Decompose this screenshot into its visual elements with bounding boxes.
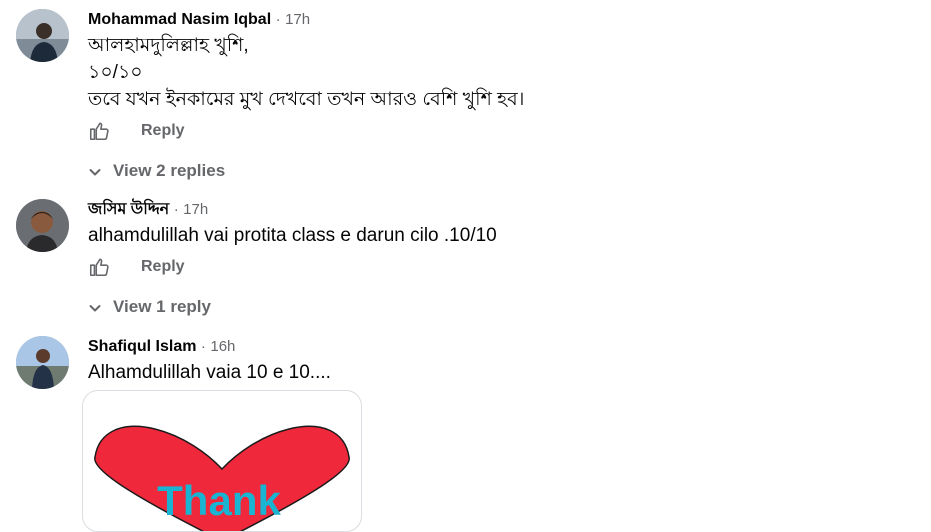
view-replies-label: View 1 reply	[113, 297, 211, 316]
separator-dot: ·	[200, 338, 206, 355]
comment-text: Alhamdulillah vaia 10 e 10....	[88, 362, 331, 383]
comment-text: alhamdulillah vai protita class e darun …	[88, 225, 497, 246]
view-replies-button[interactable]: View 2 replies	[88, 159, 225, 183]
avatar[interactable]	[16, 199, 69, 252]
reply-button[interactable]: Reply	[141, 122, 185, 140]
comment-actions: Reply	[88, 254, 185, 280]
timestamp[interactable]: 17h	[285, 11, 310, 28]
thank-you-heart-image: Thank	[94, 425, 350, 531]
author-name[interactable]: Shafiqul Islam	[88, 338, 196, 355]
thumbs-up-icon[interactable]	[88, 256, 110, 278]
comment-body: Mohammad Nasim Iqbal · 17h আলহামদুলিল্লা…	[88, 10, 524, 113]
author-line: জসিম উদ্দিন · 17h	[88, 200, 497, 220]
author-line: Shafiqul Islam · 16h	[88, 337, 331, 357]
author-line: Mohammad Nasim Iqbal · 17h	[88, 10, 524, 30]
avatar-photo	[16, 336, 69, 389]
separator-dot: ·	[173, 201, 179, 218]
comment-body: Shafiqul Islam · 16h Alhamdulillah vaia …	[88, 337, 331, 386]
view-replies-button[interactable]: View 1 reply	[88, 295, 211, 319]
view-replies-label: View 2 replies	[113, 161, 226, 180]
timestamp[interactable]: 16h	[210, 338, 235, 355]
avatar-photo	[16, 199, 69, 252]
author-name[interactable]: Mohammad Nasim Iqbal	[88, 11, 271, 28]
chevron-down-icon	[88, 164, 102, 178]
comment-text: আলহামদুলিল্লাহ খুশি, ১০/১০ তবে যখন ইনকাম…	[88, 35, 525, 110]
comment-image[interactable]: Thank	[82, 390, 362, 532]
author-name[interactable]: জসিম উদ্দিন	[88, 201, 169, 218]
image-text: Thank	[157, 477, 281, 524]
chevron-down-icon	[88, 300, 102, 314]
reply-button[interactable]: Reply	[141, 258, 185, 276]
avatar[interactable]	[16, 9, 69, 62]
comment-body: জসিম উদ্দিন · 17h alhamdulillah vai prot…	[88, 200, 497, 249]
timestamp[interactable]: 17h	[183, 201, 208, 218]
comment-actions: Reply	[88, 118, 185, 144]
thumbs-up-icon[interactable]	[88, 120, 110, 142]
avatar[interactable]	[16, 336, 69, 389]
avatar-photo	[16, 9, 69, 62]
separator-dot: ·	[275, 11, 281, 28]
